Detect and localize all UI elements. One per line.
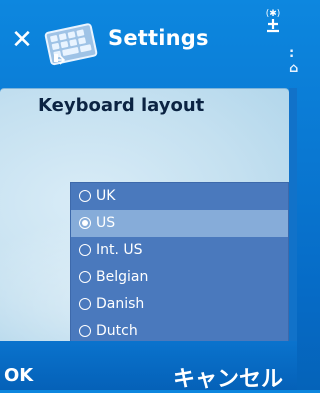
svg-text:(✱): (✱) (266, 9, 281, 19)
radio-icon (79, 271, 91, 283)
option-us[interactable]: US (71, 210, 288, 237)
dialog-prompt: Keyboard layout (38, 95, 205, 116)
option-label: Belgian (96, 269, 149, 285)
option-label: Int. US (96, 242, 143, 258)
softkey-bar: OK キャンセル (0, 341, 297, 393)
option-label: Danish (96, 296, 145, 312)
page-title: Settings (108, 26, 209, 50)
radio-icon (79, 298, 91, 310)
bluetooth-signal-icon: (✱) (266, 9, 281, 33)
cancel-softkey[interactable]: キャンセル (173, 361, 283, 393)
option-belgian[interactable]: Belgian (71, 264, 288, 291)
title-bar: ✕ Settings (✱) : ⌂ (0, 0, 299, 88)
option-uk[interactable]: UK (71, 183, 288, 210)
radio-selected-icon (79, 217, 91, 229)
option-danish[interactable]: Danish (71, 291, 288, 318)
scrollbar-track (289, 88, 297, 341)
keyboard-icon (44, 23, 98, 66)
layout-options-list: UK US Int. US Belgian Danish Dutch (70, 182, 289, 342)
radio-icon (79, 190, 91, 202)
option-label: US (96, 215, 116, 231)
option-dutch[interactable]: Dutch (71, 318, 288, 342)
ok-softkey[interactable]: OK (4, 365, 33, 386)
option-label: UK (96, 188, 116, 204)
keyboard-layout-dialog: Keyboard layout UK US Int. US Belgian Da… (0, 88, 289, 342)
radio-icon (79, 325, 91, 337)
option-int-us[interactable]: Int. US (71, 237, 288, 264)
radio-icon (79, 244, 91, 256)
status-edge-glyph: : ⌂ (289, 46, 299, 76)
option-label: Dutch (96, 323, 138, 339)
close-icon[interactable]: ✕ (10, 27, 34, 53)
